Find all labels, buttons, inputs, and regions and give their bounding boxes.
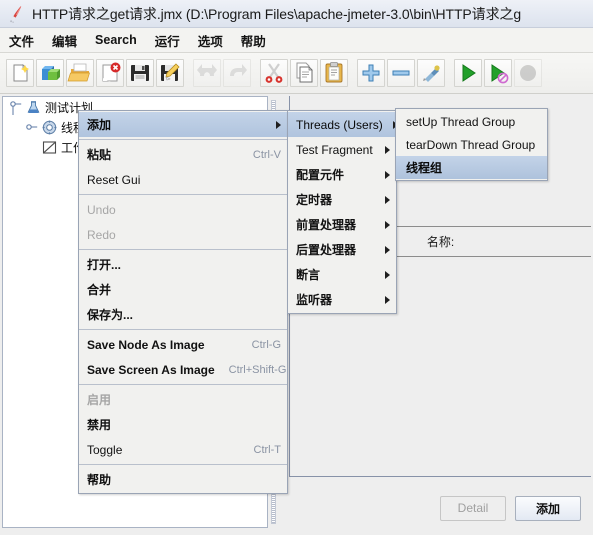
toolbar-copy[interactable]: [290, 59, 318, 87]
toolbar-toggle[interactable]: [417, 59, 445, 87]
ctx-disable[interactable]: 禁用: [79, 412, 287, 437]
detail-button[interactable]: Detail: [440, 495, 506, 521]
submenu-threads-users[interactable]: Threads (Users): [288, 112, 398, 137]
chevron-right-icon: [385, 195, 390, 204]
ctx-help[interactable]: 帮助: [79, 467, 287, 492]
toolbar-cut[interactable]: [260, 59, 288, 87]
toolbar-save[interactable]: [126, 59, 154, 87]
ctx-separator-5: [79, 384, 287, 385]
test-plan-icon: [25, 99, 42, 116]
toolbar-templates[interactable]: [36, 59, 64, 87]
submenu-timer[interactable]: 定时器: [288, 187, 396, 212]
chevron-right-icon: [385, 245, 390, 254]
ctx-separator-1: [79, 139, 287, 140]
ctx-separator-4: [79, 329, 287, 330]
submenu-listener[interactable]: 监听器: [288, 287, 396, 312]
toolbar-redo[interactable]: [223, 59, 251, 87]
toolbar-close[interactable]: [96, 59, 124, 87]
ctx-toggle[interactable]: Toggle Ctrl-T: [79, 437, 287, 462]
submenu-setup-thread-group[interactable]: setUp Thread Group: [396, 110, 547, 133]
ctx-paste[interactable]: 粘贴 Ctrl-V: [79, 142, 287, 167]
ctx-enable: 启用: [87, 393, 112, 407]
thread-group-icon: [41, 119, 58, 136]
ctx-undo: Undo: [87, 202, 116, 217]
submenu-pre-processor[interactable]: 前置处理器: [288, 212, 396, 237]
jmeter-main-window: HTTP请求之get请求.jmx (D:\Program Files\apach…: [0, 0, 593, 535]
ctx-save-as[interactable]: 保存为...: [79, 302, 287, 327]
tree-no-handle-spacer: [25, 139, 41, 155]
menu-help[interactable]: 帮助: [232, 28, 275, 53]
workbench-icon: [41, 139, 58, 156]
chevron-right-icon: [385, 170, 390, 179]
ctx-redo: Redo: [87, 227, 116, 242]
ctx-separator-6: [79, 464, 287, 465]
ctx-separator-3: [79, 249, 287, 250]
add-button[interactable]: 添加: [515, 495, 581, 521]
toolbar-paste[interactable]: [320, 59, 348, 87]
ctx-save-node-as-image[interactable]: Save Node As Image Ctrl-G: [79, 332, 287, 357]
chevron-right-icon: [276, 120, 281, 129]
ctx-reset-gui[interactable]: Reset Gui: [79, 167, 287, 192]
window-title: HTTP请求之get请求.jmx (D:\Program Files\apach…: [32, 5, 522, 22]
menu-run[interactable]: 运行: [146, 28, 189, 53]
toolbar-new[interactable]: [6, 59, 34, 87]
toolbar-collapse-all[interactable]: [387, 59, 415, 87]
toolbar-start[interactable]: [454, 59, 482, 87]
tree-leaf-handle-icon[interactable]: [25, 119, 41, 135]
jmeter-feather-icon: [8, 5, 24, 23]
submenu-config-element[interactable]: 配置元件: [288, 162, 396, 187]
toolbar-undo[interactable]: [193, 59, 221, 87]
toolbar-expand-all[interactable]: [357, 59, 385, 87]
title-bar: HTTP请求之get请求.jmx (D:\Program Files\apach…: [0, 0, 593, 28]
ctx-add[interactable]: 添加: [79, 112, 287, 137]
ctx-open[interactable]: 打开...: [79, 252, 287, 277]
ctx-merge[interactable]: 合并: [79, 277, 287, 302]
menu-search[interactable]: Search: [86, 30, 146, 50]
ctx-separator-2: [79, 194, 287, 195]
toolbar-save-as[interactable]: [156, 59, 184, 87]
add-submenu[interactable]: Threads (Users) Test Fragment 配置元件 定时器 前…: [287, 110, 398, 314]
chevron-right-icon: [385, 295, 390, 304]
dialog-button-bar: Detail 添加: [289, 488, 591, 528]
toolbar-open[interactable]: [66, 59, 94, 87]
threads-users-submenu[interactable]: setUp Thread Group tearDown Thread Group…: [395, 108, 548, 181]
toolbar-start-no-pauses[interactable]: [484, 59, 512, 87]
toolbar: [0, 53, 593, 94]
chevron-right-icon: [385, 145, 390, 154]
chevron-right-icon: [385, 270, 390, 279]
menu-bar: 文件 编辑 Search 运行 选项 帮助: [0, 28, 593, 53]
menu-edit[interactable]: 编辑: [43, 28, 86, 53]
submenu-thread-group[interactable]: 线程组: [396, 156, 547, 179]
submenu-test-fragment[interactable]: Test Fragment: [288, 137, 396, 162]
toolbar-stop[interactable]: [514, 59, 542, 87]
ctx-save-screen-as-image[interactable]: Save Screen As Image Ctrl+Shift-G: [79, 357, 287, 382]
submenu-teardown-thread-group[interactable]: tearDown Thread Group: [396, 133, 547, 156]
name-label: 名称:: [426, 235, 455, 249]
submenu-assertion[interactable]: 断言: [288, 262, 396, 287]
chevron-right-icon: [385, 220, 390, 229]
submenu-post-processor[interactable]: 后置处理器: [288, 237, 396, 262]
tree-expand-handle-icon[interactable]: [9, 99, 25, 116]
menu-options[interactable]: 选项: [189, 28, 232, 53]
menu-file[interactable]: 文件: [0, 28, 43, 53]
tree-context-menu[interactable]: 添加 粘贴 Ctrl-V Reset Gui Undo Redo 打开... 合…: [78, 110, 288, 494]
